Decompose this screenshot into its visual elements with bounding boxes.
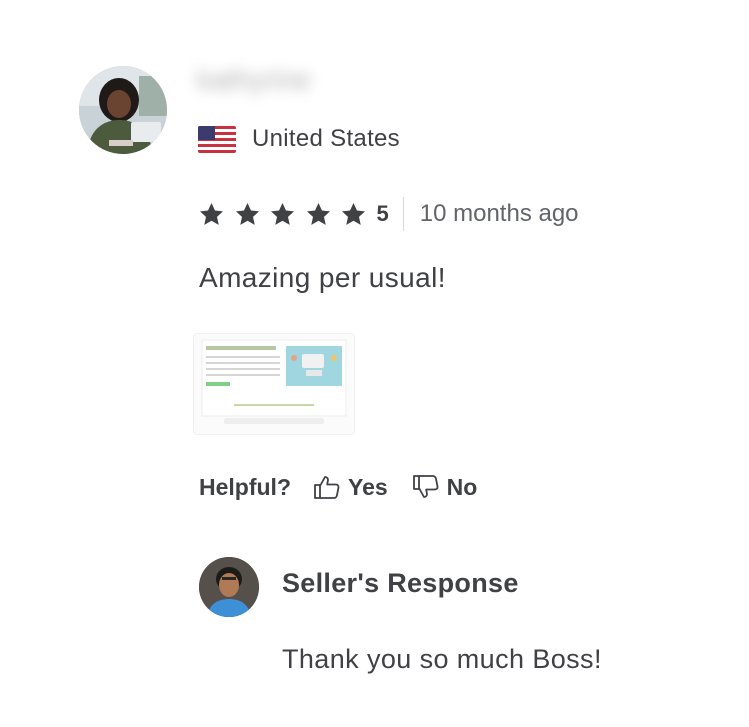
- seller-response-text: Thank you so much Boss!: [282, 644, 602, 674]
- rating-value: 5: [376, 201, 389, 226]
- review-attachment-thumbnail[interactable]: [193, 333, 355, 435]
- country-name: United States: [252, 125, 400, 152]
- helpful-no-button[interactable]: No: [412, 473, 478, 501]
- star-rating: [198, 201, 376, 228]
- review-card: kathyrine United States 5 10 months ago …: [0, 0, 749, 727]
- star-icon: [269, 201, 296, 228]
- yes-label: Yes: [348, 473, 388, 500]
- reviewer-username[interactable]: kathyrine: [197, 64, 357, 100]
- thumbs-down-icon: [412, 475, 439, 498]
- seller-response-title: Seller's Response: [282, 568, 519, 598]
- star-icon: [305, 201, 332, 228]
- reviewer-avatar[interactable]: [79, 66, 167, 154]
- review-time: 10 months ago: [419, 200, 579, 227]
- rating-row: 5 10 months ago: [198, 196, 579, 232]
- helpful-yes-button[interactable]: Yes: [313, 474, 388, 501]
- helpful-votes: Helpful? Yes No: [199, 470, 477, 504]
- us-flag-icon: [198, 125, 236, 153]
- rating-divider: [402, 197, 404, 231]
- star-icon: [198, 201, 225, 228]
- seller-avatar[interactable]: [199, 557, 259, 617]
- thumbs-up-icon: [314, 476, 340, 499]
- no-label: No: [446, 473, 478, 500]
- helpful-label: Helpful?: [199, 473, 291, 500]
- review-text: Amazing per usual!: [199, 262, 446, 293]
- reviewer-country: United States: [198, 124, 400, 154]
- star-icon: [340, 201, 367, 228]
- star-icon: [234, 201, 261, 228]
